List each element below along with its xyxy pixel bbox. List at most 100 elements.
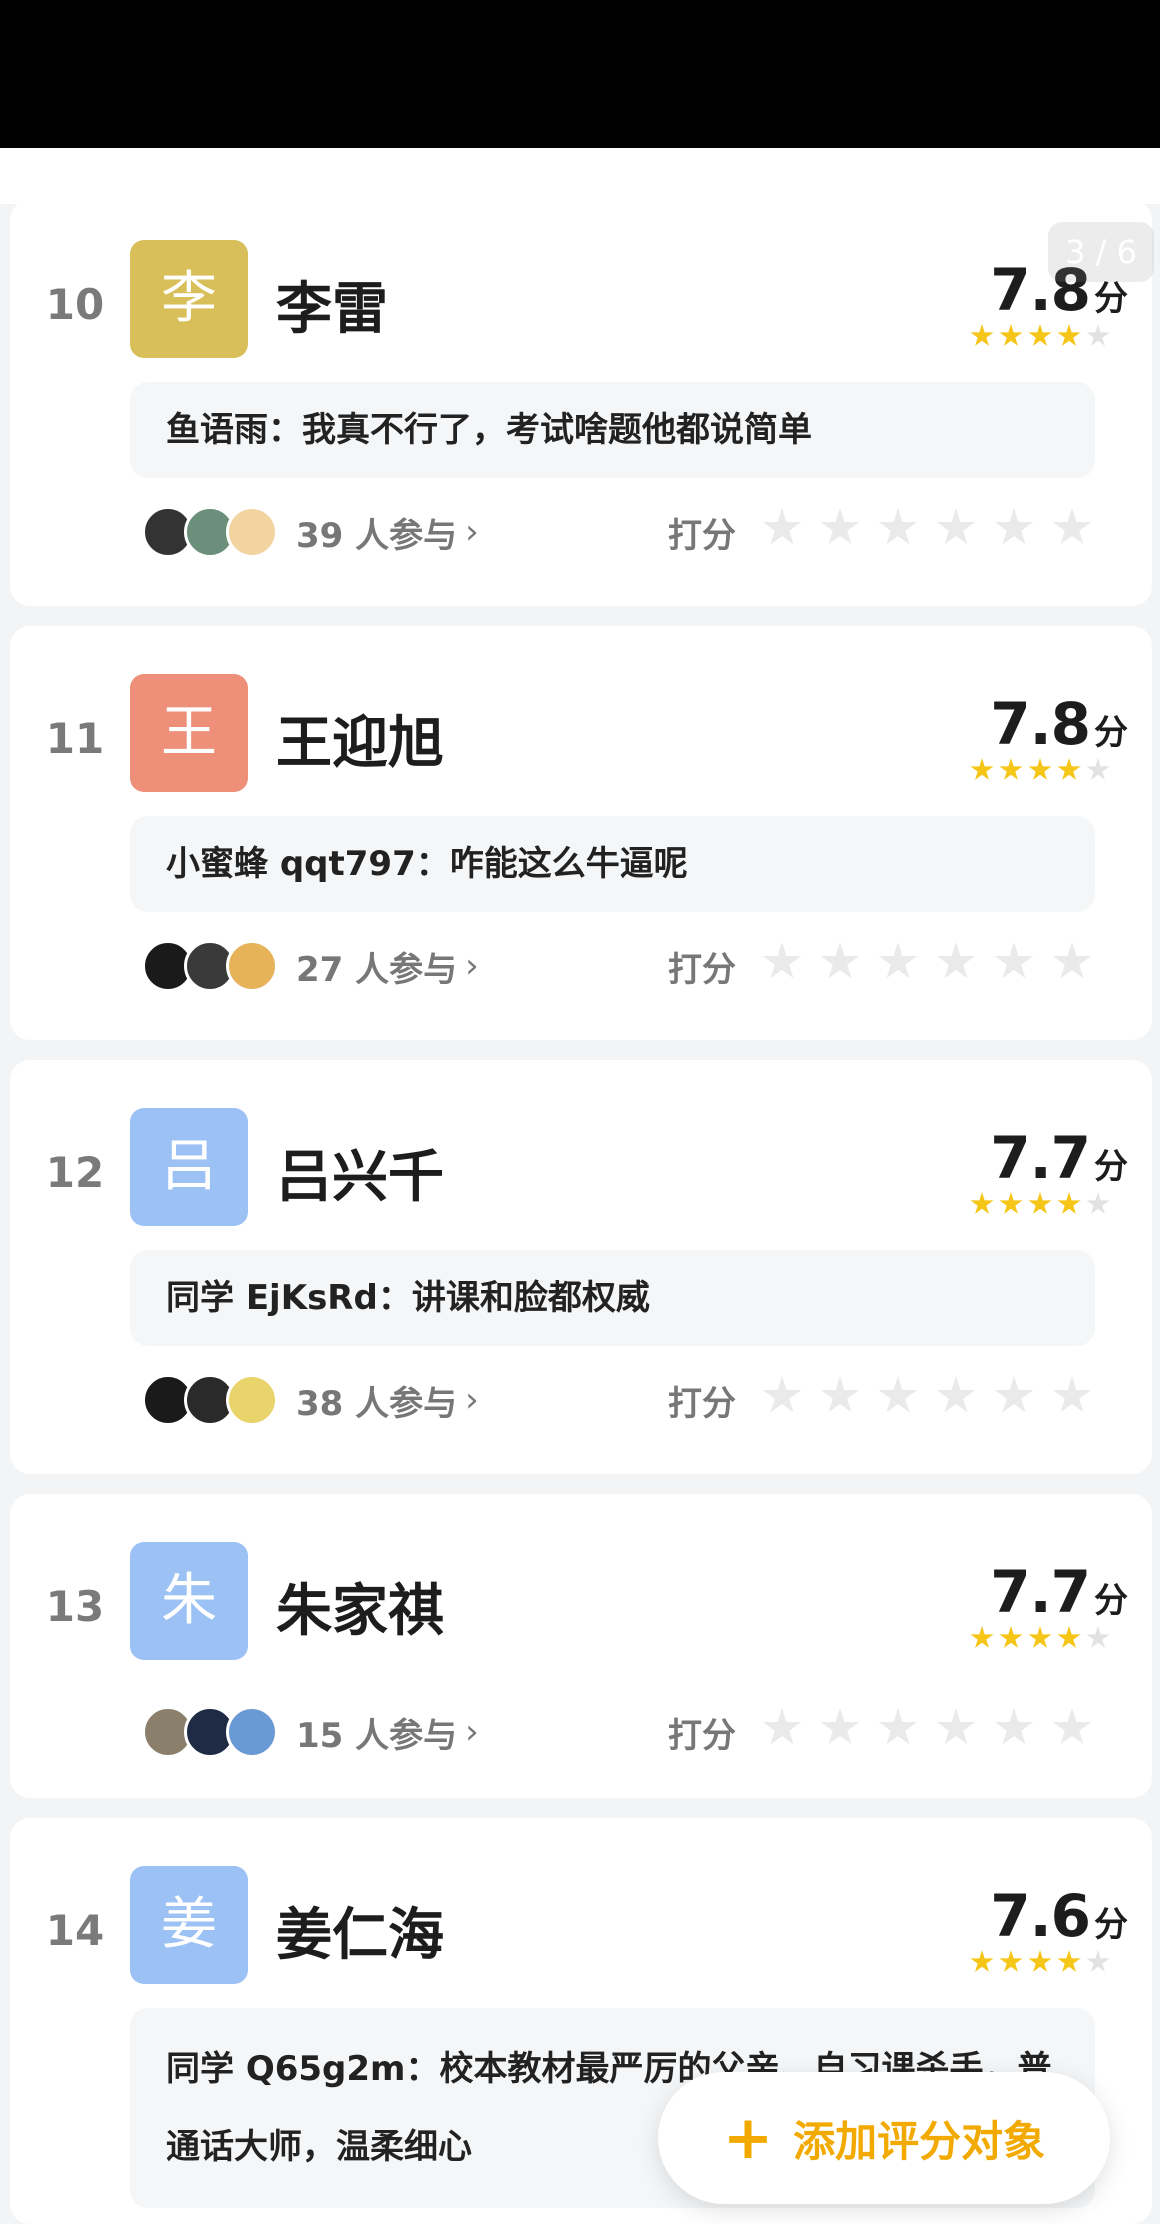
rank-number: 10	[45, 280, 105, 329]
rank-number: 11	[45, 714, 105, 763]
participant-count: 15 人参与	[296, 1715, 458, 1756]
participant-count: 27 人参与	[296, 949, 458, 990]
star-icon	[970, 1192, 994, 1214]
rating-input[interactable]	[762, 1708, 1092, 1748]
rate-label: 打分	[668, 1716, 736, 1756]
star-icon[interactable]	[878, 1376, 918, 1413]
score-unit: 分	[1094, 1581, 1128, 1621]
star-icon[interactable]	[1052, 942, 1092, 979]
star-icon[interactable]	[820, 942, 860, 979]
star-icon[interactable]	[994, 1376, 1034, 1413]
star-icon	[970, 1950, 994, 1972]
star-icon[interactable]	[936, 942, 976, 979]
chevron-right-icon: ›	[465, 946, 479, 986]
star-icon	[999, 1626, 1023, 1648]
chevron-right-icon: ›	[465, 1712, 479, 1752]
participant-count: 38 人参与	[296, 1383, 458, 1424]
score-value: 7.7	[990, 1124, 1091, 1192]
star-icon	[1028, 1626, 1052, 1648]
plus-icon: +	[722, 2103, 774, 2173]
star-icon[interactable]	[820, 1708, 860, 1745]
score-stars	[970, 1626, 1110, 1650]
star-icon	[999, 758, 1023, 780]
star-icon[interactable]	[1052, 1708, 1092, 1745]
rank-number: 14	[45, 1906, 105, 1955]
person-name[interactable]: 朱家祺	[276, 1566, 444, 1647]
status-bar	[0, 0, 1160, 148]
participant-avatar	[226, 506, 278, 558]
avatar: 吕	[130, 1108, 248, 1226]
star-icon	[970, 758, 994, 780]
score: 7.7 分	[990, 1558, 1128, 1626]
score-stars	[970, 1192, 1110, 1216]
rate-label: 打分	[668, 516, 736, 556]
top-comment[interactable]: 同学 EjKsRd：讲课和脸都权威	[130, 1250, 1095, 1346]
star-icon[interactable]	[820, 1376, 860, 1413]
score-value: 7.8	[990, 690, 1091, 758]
participant-count: 39 人参与	[296, 515, 458, 556]
star-icon	[1028, 1192, 1052, 1214]
score-stars	[970, 758, 1110, 782]
participant-avatar	[226, 940, 278, 992]
star-icon	[1028, 324, 1052, 346]
star-icon	[999, 1192, 1023, 1214]
star-icon[interactable]	[762, 508, 802, 545]
star-icon	[1057, 1626, 1081, 1648]
star-icon[interactable]	[1052, 1376, 1092, 1413]
star-icon[interactable]	[878, 942, 918, 979]
star-icon	[970, 324, 994, 346]
participants[interactable]: 27 人参与 ›	[142, 940, 479, 992]
page-indicator: 3 / 6	[1048, 222, 1154, 282]
participant-avatar	[226, 1706, 278, 1758]
score-stars	[970, 1950, 1110, 1974]
rating-input[interactable]	[762, 942, 1092, 982]
star-icon[interactable]	[1052, 508, 1092, 545]
star-icon[interactable]	[936, 1708, 976, 1745]
star-icon[interactable]	[762, 1708, 802, 1745]
score: 7.8 分	[990, 690, 1128, 758]
add-rating-target-button[interactable]: + 添加评分对象	[658, 2072, 1110, 2204]
star-icon	[1028, 1950, 1052, 1972]
person-name[interactable]: 姜仁海	[276, 1890, 444, 1971]
star-icon	[970, 1626, 994, 1648]
score: 7.7 分	[990, 1124, 1128, 1192]
star-empty-icon	[1086, 758, 1110, 780]
star-icon[interactable]	[762, 1376, 802, 1413]
score-unit: 分	[1094, 713, 1128, 753]
top-comment[interactable]: 小蜜蜂 qqt797：咋能这么牛逼呢	[130, 816, 1095, 912]
avatar: 姜	[130, 1866, 248, 1984]
score-unit: 分	[1094, 1147, 1128, 1187]
star-icon	[1057, 758, 1081, 780]
top-comment[interactable]: 鱼语雨：我真不行了，考试啥题他都说简单	[130, 382, 1095, 478]
rank-number: 13	[45, 1582, 105, 1631]
star-icon[interactable]	[994, 942, 1034, 979]
rank-number: 12	[45, 1148, 105, 1197]
star-icon	[999, 1950, 1023, 1972]
star-icon	[1028, 758, 1052, 780]
star-icon[interactable]	[936, 508, 976, 545]
star-icon[interactable]	[762, 942, 802, 979]
star-icon	[1057, 324, 1081, 346]
rating-input[interactable]	[762, 508, 1092, 548]
star-empty-icon	[1086, 324, 1110, 346]
star-icon	[1057, 1192, 1081, 1214]
rating-input[interactable]	[762, 1376, 1092, 1416]
star-icon[interactable]	[994, 508, 1034, 545]
chevron-right-icon: ›	[465, 1380, 479, 1420]
person-name[interactable]: 吕兴千	[276, 1132, 444, 1213]
person-name[interactable]: 李雷	[276, 264, 388, 345]
star-icon[interactable]	[878, 1708, 918, 1745]
star-icon[interactable]	[936, 1376, 976, 1413]
person-name[interactable]: 王迎旭	[276, 698, 444, 779]
star-icon[interactable]	[994, 1708, 1034, 1745]
participants[interactable]: 39 人参与 ›	[142, 506, 479, 558]
star-empty-icon	[1086, 1192, 1110, 1214]
star-icon	[999, 324, 1023, 346]
participant-avatar	[226, 1374, 278, 1426]
score-value: 7.6	[990, 1882, 1091, 1950]
star-icon[interactable]	[878, 508, 918, 545]
star-icon[interactable]	[820, 508, 860, 545]
participants[interactable]: 15 人参与 ›	[142, 1706, 479, 1758]
participants[interactable]: 38 人参与 ›	[142, 1374, 479, 1426]
score-unit: 分	[1094, 1905, 1128, 1945]
